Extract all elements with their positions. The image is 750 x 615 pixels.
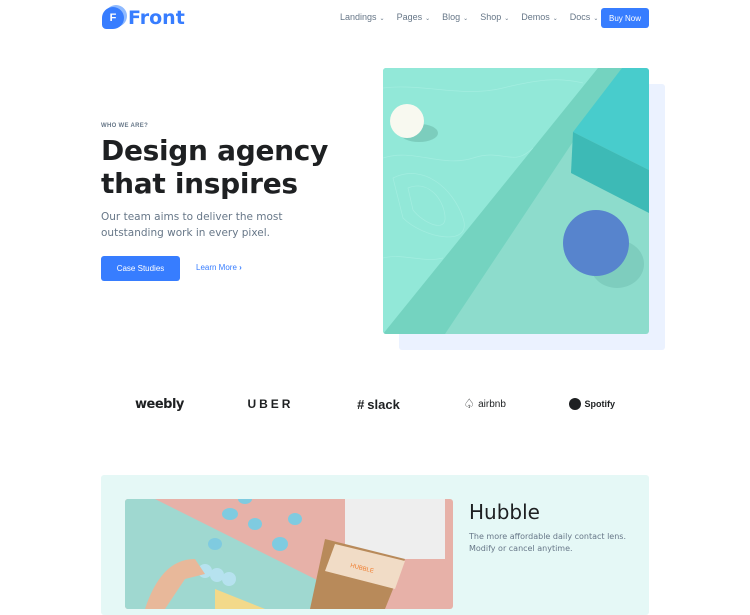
chevron-down-icon: ⌄ — [593, 16, 599, 22]
nav-docs[interactable]: Docs ⌄ — [570, 12, 599, 22]
text-line: Modify or cancel anytime. — [469, 544, 573, 553]
brand-name: slack — [367, 396, 400, 412]
brand-name: airbnb — [478, 398, 506, 410]
chevron-down-icon: ⌄ — [504, 16, 510, 22]
brand-airbnb: ♤ airbnb — [463, 396, 505, 412]
nav-shop[interactable]: Shop ⌄ — [480, 12, 509, 22]
title-line: that inspires — [101, 167, 298, 200]
hubble-photo: HUBBLE — [125, 499, 453, 609]
brand-name: weebly — [135, 396, 184, 412]
chevron-down-icon: ⌄ — [379, 16, 385, 22]
text-line: The more affordable daily contact lens. — [469, 532, 626, 541]
chevron-right-icon: › — [239, 263, 242, 272]
brand-slack: # slack — [357, 397, 400, 412]
nav-pages[interactable]: Pages ⌄ — [397, 12, 431, 22]
brand-logos: weebly UBER # slack ♤ airbnb Spotify — [120, 396, 630, 412]
hero-illustration — [383, 68, 649, 334]
nav-label: Landings — [340, 12, 377, 22]
brand-weebly: weebly — [135, 397, 184, 412]
hero-title: Design agency that inspires — [101, 134, 328, 200]
chevron-down-icon: ⌄ — [552, 16, 558, 22]
nav-demos[interactable]: Demos ⌄ — [521, 12, 558, 22]
case-studies-button[interactable]: Case Studies — [101, 256, 180, 281]
logo-text: Front — [128, 7, 185, 29]
nav-blog[interactable]: Blog ⌄ — [442, 12, 468, 22]
slack-icon: # — [357, 396, 365, 412]
brand-spotify: Spotify — [569, 398, 615, 410]
chevron-down-icon: ⌄ — [425, 16, 431, 22]
link-label: Learn More — [196, 263, 237, 272]
logo[interactable]: F Front — [102, 7, 185, 29]
nav-label: Shop — [480, 12, 502, 22]
learn-more-link[interactable]: Learn More › — [196, 263, 242, 272]
brand-uber: UBER — [247, 397, 293, 411]
eyebrow: WHO WE ARE? — [101, 123, 149, 129]
brand-name: UBER — [247, 397, 294, 411]
logo-icon: F — [102, 7, 124, 29]
buy-now-button[interactable]: Buy Now — [601, 8, 649, 28]
airbnb-icon: ♤ — [463, 396, 476, 411]
nav-label: Blog — [442, 12, 461, 22]
feature-text: The more affordable daily contact lens. M… — [469, 531, 626, 555]
nav-label: Docs — [569, 12, 591, 22]
title-line: Design agency — [101, 134, 329, 167]
spotify-icon — [569, 398, 582, 410]
chevron-down-icon: ⌄ — [463, 16, 469, 22]
nav-landings[interactable]: Landings ⌄ — [340, 12, 385, 22]
main-nav: Landings ⌄ Pages ⌄ Blog ⌄ Shop ⌄ Demos ⌄ Docs… — [340, 12, 598, 22]
nav-label: Pages — [396, 12, 423, 22]
hero-lead: Our team aims to deliver the most outsta… — [101, 211, 283, 239]
brand-name: Spotify — [584, 399, 615, 409]
feature-title: Hubble — [469, 500, 540, 524]
nav-label: Demos — [521, 12, 550, 22]
